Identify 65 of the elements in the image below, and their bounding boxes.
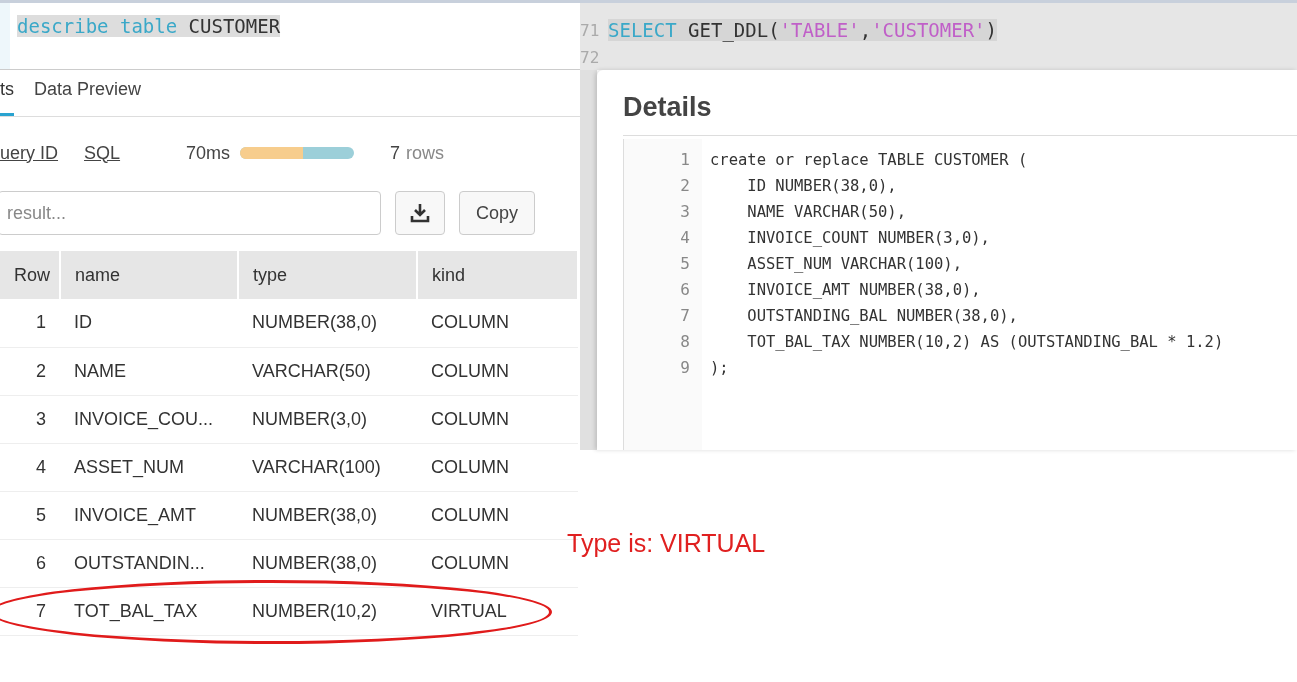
table-cell: 1	[0, 299, 60, 347]
table-cell: COLUMN	[417, 443, 578, 491]
table-cell: ASSET_NUM	[60, 443, 238, 491]
table-cell: INVOICE_AMT	[60, 491, 238, 539]
editor-gutter	[0, 3, 10, 69]
code-line: ASSET_NUM VARCHAR(100),	[746, 254, 963, 275]
table-cell: NAME	[60, 347, 238, 395]
table-cell: 4	[0, 443, 60, 491]
table-cell: NUMBER(10,2)	[238, 587, 417, 635]
code-line: ID NUMBER(38,0),	[746, 176, 898, 197]
tab[interactable]: ts	[0, 70, 14, 116]
table-cell: VIRTUAL	[417, 587, 578, 635]
code-line: INVOICE_AMT NUMBER(38,0),	[746, 280, 982, 301]
line-number: 4	[679, 227, 690, 249]
table-cell: NUMBER(38,0)	[238, 539, 417, 587]
link[interactable]: SQL	[84, 142, 121, 164]
download-icon	[410, 203, 430, 223]
table-cell: COLUMN	[417, 347, 578, 395]
table-cell: VARCHAR(100)	[238, 443, 417, 491]
code-line: create or replace TABLE CUSTOMER (	[710, 150, 1029, 171]
table-cell: 3	[0, 395, 60, 443]
code-line: );	[710, 358, 730, 379]
search-field[interactable]: result...	[0, 191, 381, 235]
line-number: 72	[580, 48, 601, 67]
table-cell: VARCHAR(50)	[238, 347, 417, 395]
table-cell: 7	[0, 587, 60, 635]
row-count: 7	[390, 142, 401, 164]
tab[interactable]: Data Preview	[34, 70, 142, 116]
code-line: TOT_BAL_TAX NUMBER(10,2) AS (OUTSTANDING_BAL * 1.2)	[746, 332, 1224, 353]
column-header: type	[238, 251, 417, 299]
column-header: name	[60, 251, 238, 299]
line-number: 8	[679, 331, 690, 353]
table-cell: COLUMN	[417, 299, 578, 347]
line-number: 2	[679, 175, 690, 197]
table-cell: TOT_BAL_TAX	[60, 587, 238, 635]
table-cell: 6	[0, 539, 60, 587]
copy-button[interactable]: Copy	[459, 191, 535, 235]
table-cell: 5	[0, 491, 60, 539]
dialog-title: Details	[623, 92, 1297, 136]
line-number: 5	[679, 253, 690, 275]
table-cell: OUTSTANDIN...	[60, 539, 238, 587]
code-line: OUTSTANDING_BAL NUMBER(38,0),	[746, 306, 1019, 327]
table-cell: NUMBER(3,0)	[238, 395, 417, 443]
code-line: INVOICE_COUNT NUMBER(3,0),	[746, 228, 991, 249]
query-text: describe table CUSTOMER	[17, 15, 281, 37]
query-text: SELECT GET_DDL('TABLE','CUSTOMER')	[608, 19, 997, 41]
link[interactable]: uery ID	[0, 142, 59, 164]
line-number: 3	[679, 201, 690, 223]
table-cell: ID	[60, 299, 238, 347]
line-number: 71	[580, 21, 601, 40]
line-number: 1	[679, 149, 690, 171]
row-unit: rows	[406, 142, 445, 164]
table-cell: NUMBER(38,0)	[238, 491, 417, 539]
table-cell: COLUMN	[417, 395, 578, 443]
column-header: Row	[0, 251, 60, 299]
table-cell: NUMBER(38,0)	[238, 299, 417, 347]
table-cell: 2	[0, 347, 60, 395]
download-button[interactable]	[395, 191, 445, 235]
code-line: NAME VARCHAR(50),	[746, 202, 907, 223]
duration-text: 70ms	[186, 142, 231, 164]
column-header: kind	[417, 251, 578, 299]
line-number: 9	[679, 357, 690, 379]
line-number: 7	[679, 305, 690, 327]
table-cell: INVOICE_COU...	[60, 395, 238, 443]
line-number: 6	[679, 279, 690, 301]
